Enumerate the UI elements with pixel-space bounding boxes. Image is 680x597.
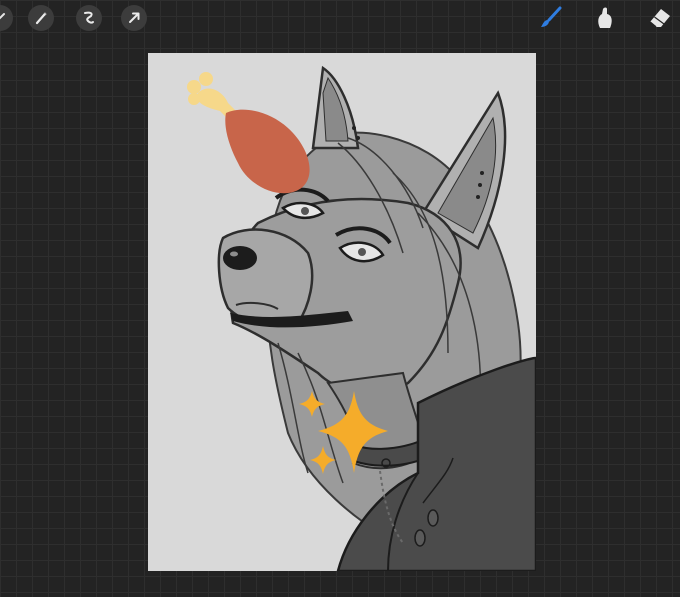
drawing-canvas[interactable]: [148, 53, 536, 571]
transform-arrow-icon: [126, 10, 142, 26]
brush-icon: [538, 5, 564, 31]
smudge-icon: [592, 5, 618, 31]
top-toolbar: [0, 0, 680, 36]
eraser-button[interactable]: [645, 4, 675, 32]
selection-icon: [81, 10, 97, 26]
transform-button[interactable]: [121, 5, 147, 31]
magic-wand-button[interactable]: [28, 5, 54, 31]
adjustments-icon: [0, 11, 7, 25]
drumstick-sticker: [187, 72, 310, 194]
adjustments-button[interactable]: [0, 5, 13, 31]
magic-wand-icon: [33, 10, 49, 26]
eraser-icon: [647, 5, 673, 31]
brush-button[interactable]: [536, 4, 566, 32]
smudge-button[interactable]: [590, 4, 620, 32]
artwork-illustration: [187, 65, 536, 571]
selection-button[interactable]: [76, 5, 102, 31]
